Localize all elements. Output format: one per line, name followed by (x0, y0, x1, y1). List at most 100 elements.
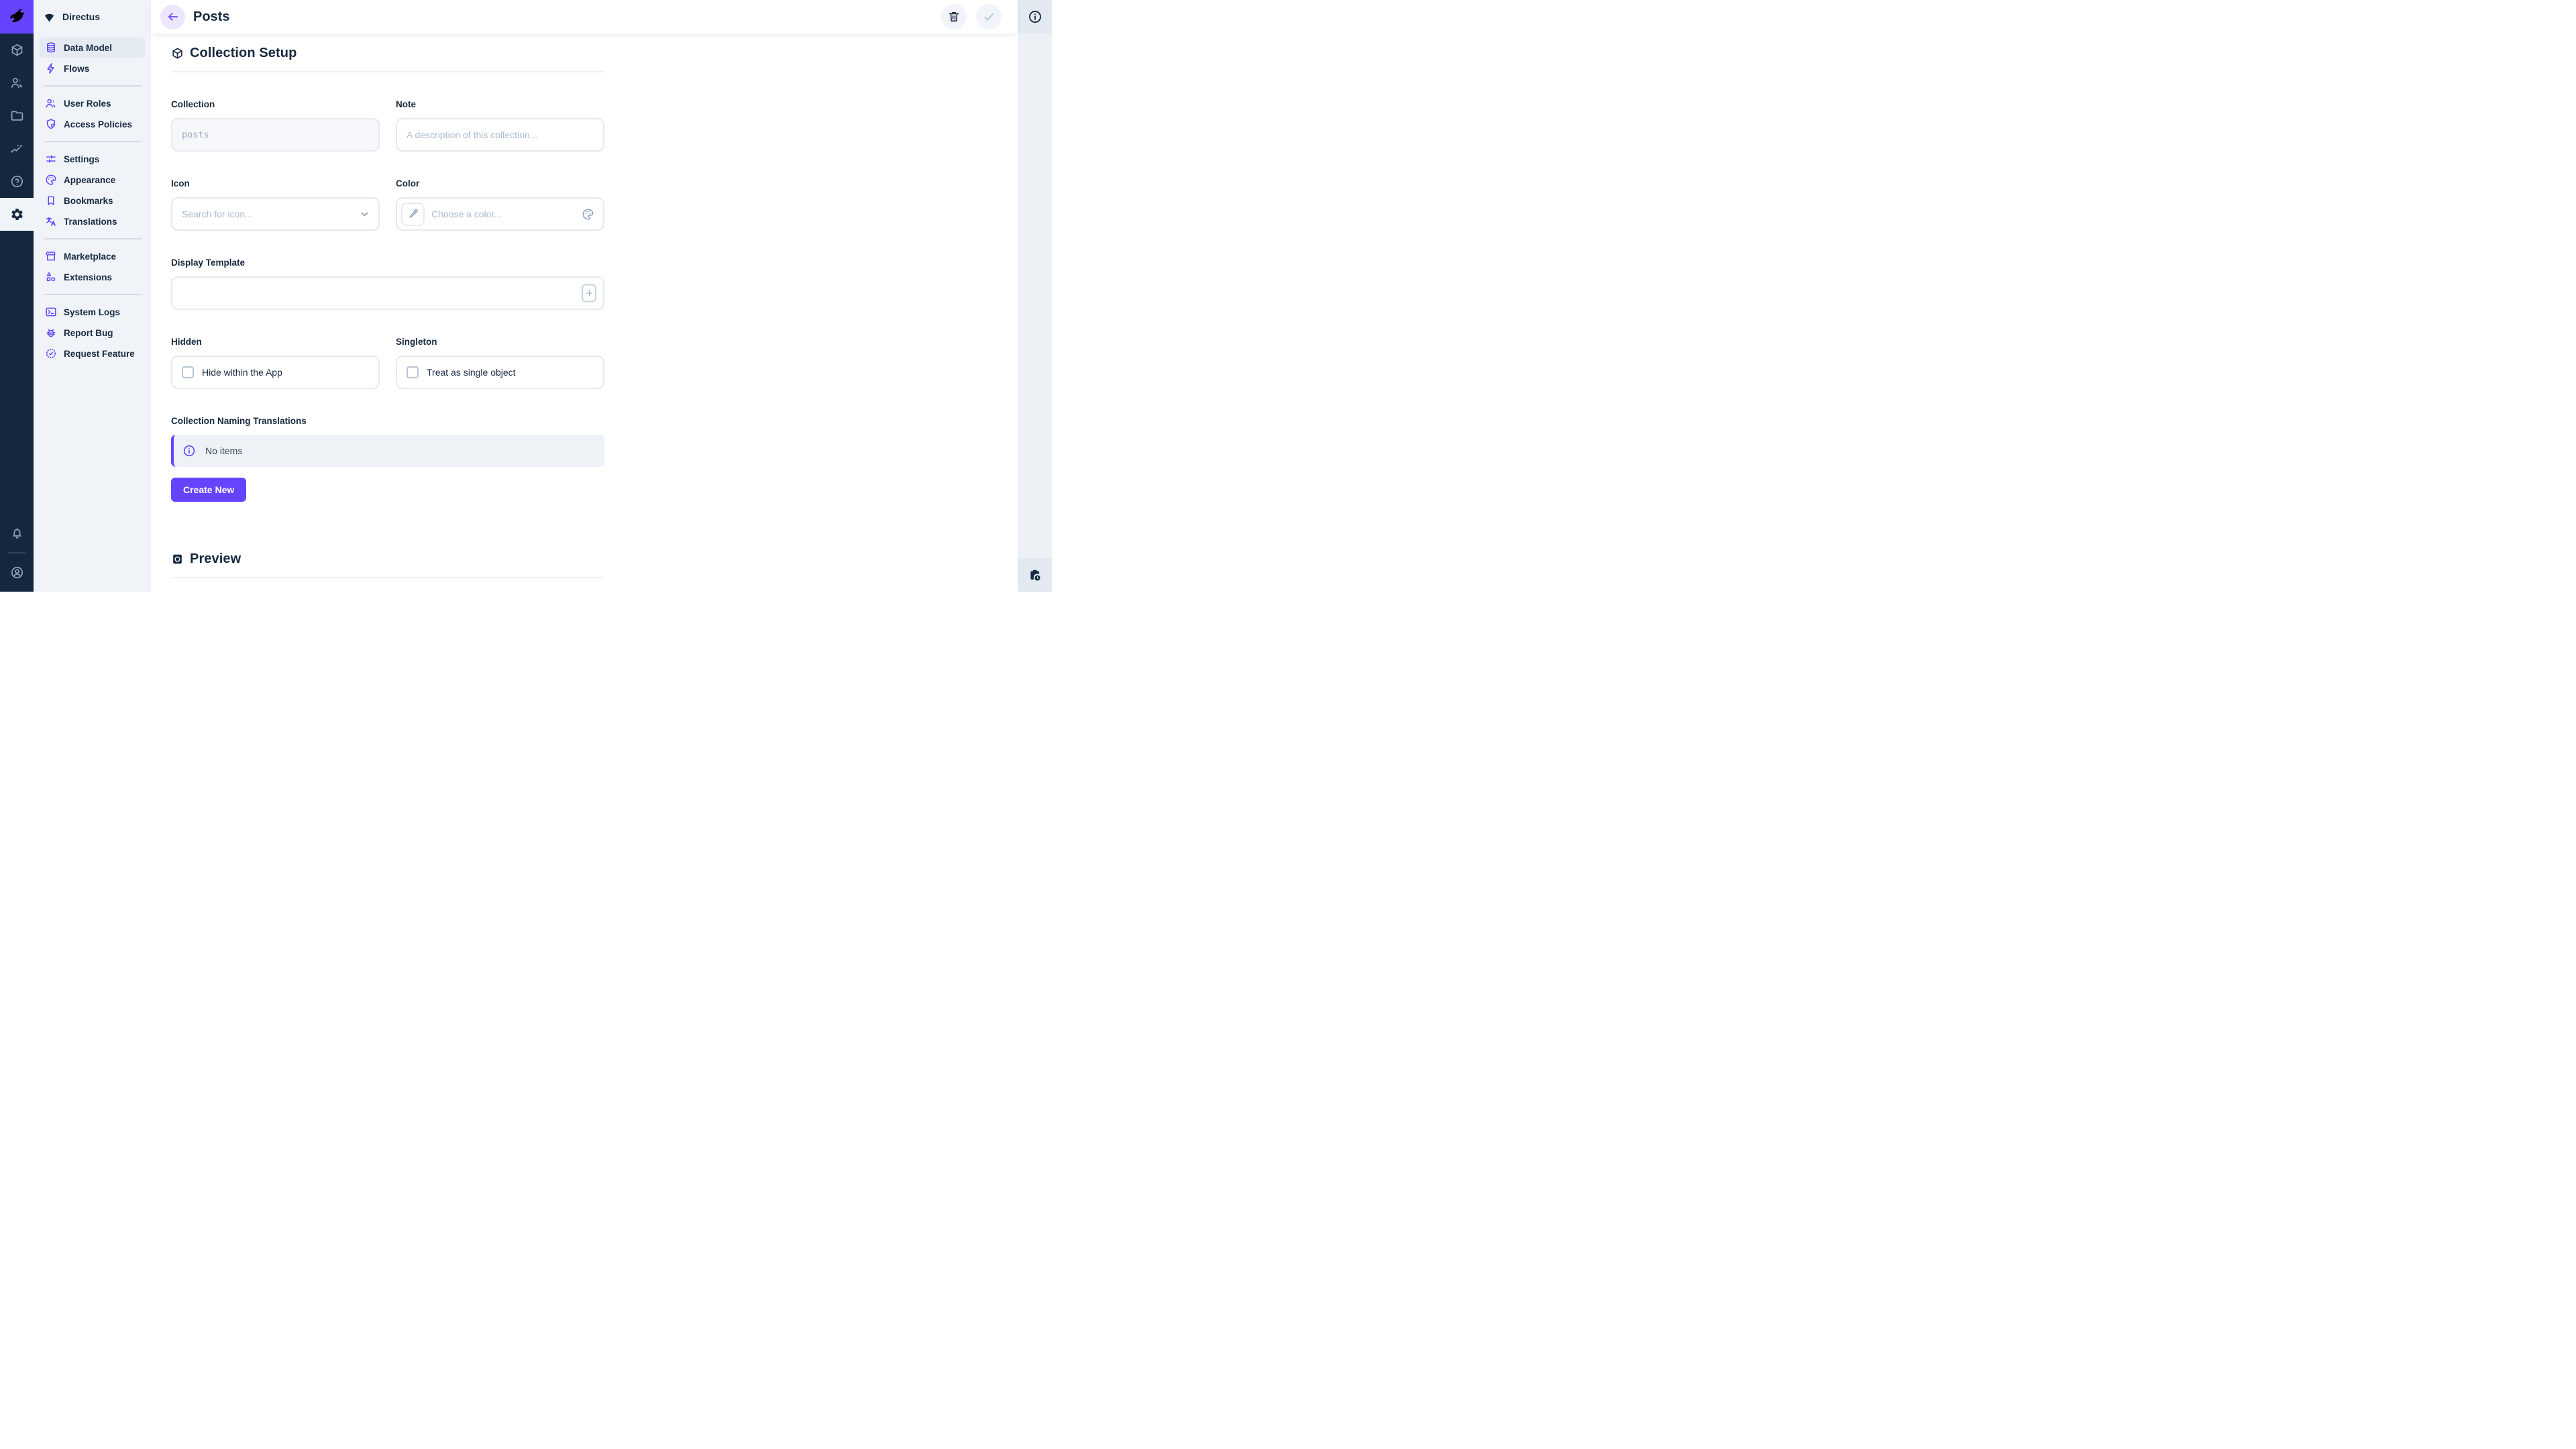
page-title: Posts (193, 9, 933, 25)
sidebar-item-report-bug[interactable]: Report Bug (40, 323, 145, 343)
display-template-input[interactable] (171, 276, 604, 310)
sidebar-item-data-model[interactable]: Data Model (40, 38, 145, 58)
section-divider (171, 577, 604, 578)
section-title: Preview (190, 551, 241, 567)
delete-collection-button[interactable] (941, 4, 967, 30)
section-title: Collection Setup (190, 46, 297, 61)
collection-input (171, 118, 380, 152)
nav-divider (44, 294, 142, 295)
collection-field: Collection (171, 99, 380, 152)
help-icon (10, 174, 24, 189)
module-help[interactable] (0, 165, 34, 198)
users-icon (45, 97, 57, 109)
tune-icon (45, 153, 57, 165)
right-sidebar-body (1018, 34, 1052, 558)
info-sidebar-button[interactable] (1018, 0, 1052, 34)
sidebar-item-appearance[interactable]: Appearance (40, 170, 145, 190)
note-label: Note (396, 99, 604, 109)
sidebar-item-access-policies[interactable]: Access Policies (40, 114, 145, 134)
nav-divider (44, 85, 142, 87)
palette-icon[interactable] (582, 208, 594, 221)
singleton-checkbox[interactable] (407, 366, 419, 378)
module-files[interactable] (0, 99, 34, 132)
user-menu-button[interactable] (0, 556, 34, 589)
color-input[interactable] (431, 209, 575, 219)
translate-icon (45, 215, 57, 227)
module-bar (0, 0, 34, 592)
plus-icon (585, 289, 594, 298)
sidebar-item-extensions[interactable]: Extensions (40, 267, 145, 287)
naming-translations-label: Collection Naming Translations (171, 416, 604, 426)
feature-badge-icon (45, 347, 57, 360)
module-insights[interactable] (0, 132, 34, 165)
right-sidebar (1018, 0, 1052, 592)
settings-form-scroll[interactable]: Collection Setup Collection Note Ico (151, 34, 1018, 592)
project-name[interactable]: Directus (34, 0, 151, 34)
sidebar-item-marketplace[interactable]: Marketplace (40, 246, 145, 266)
hidden-field: Hidden Hide within the App (171, 337, 380, 389)
singleton-toggle[interactable]: Treat as single object (396, 356, 604, 389)
revisions-sidebar-button[interactable] (1018, 558, 1052, 592)
gear-icon (10, 207, 24, 221)
eyedropper-button[interactable] (401, 203, 425, 226)
save-button[interactable] (976, 4, 1002, 30)
icon-field: Icon (171, 178, 380, 231)
arrow-left-icon (166, 10, 180, 23)
empty-items-notice: No items (171, 435, 604, 467)
sidebar-item-user-roles[interactable]: User Roles (40, 93, 145, 113)
module-settings[interactable] (0, 198, 34, 231)
icon-select[interactable] (171, 197, 380, 231)
bolt-icon (45, 62, 57, 74)
bell-icon (10, 526, 24, 540)
module-users[interactable] (0, 66, 34, 99)
sidebar-item-bookmarks[interactable]: Bookmarks (40, 191, 145, 211)
singleton-field: Singleton Treat as single object (396, 337, 604, 389)
color-label: Color (396, 178, 604, 189)
preview-icon (171, 553, 184, 566)
add-field-button[interactable] (582, 284, 596, 303)
display-template-label: Display Template (171, 258, 604, 268)
folder-icon (10, 109, 24, 123)
settings-nav: Data Model Flows User Roles Access Polic… (34, 34, 151, 368)
shield-user-icon (45, 118, 57, 130)
sidebar-item-request-feature[interactable]: Request Feature (40, 343, 145, 364)
user-avatar-icon (10, 566, 24, 580)
icon-color-row: Icon Color (171, 178, 604, 231)
note-field: Note (396, 99, 604, 152)
singleton-label: Singleton (396, 337, 604, 347)
sidebar-item-system-logs[interactable]: System Logs (40, 302, 145, 322)
rabbit-logo-icon (7, 7, 27, 27)
sidebar-item-flows[interactable]: Flows (40, 58, 145, 78)
display-template-field: Display Template (171, 258, 604, 310)
note-input[interactable] (396, 118, 604, 152)
section-divider (171, 71, 604, 72)
create-new-button[interactable]: Create New (171, 478, 246, 502)
directus-logo[interactable] (0, 0, 34, 34)
collection-label: Collection (171, 99, 380, 109)
collection-note-row: Collection Note (171, 99, 604, 152)
sidebar-item-settings[interactable]: Settings (40, 149, 145, 169)
icon-search-input[interactable] (171, 197, 380, 231)
module-content[interactable] (0, 34, 34, 66)
back-button[interactable] (160, 5, 185, 30)
nav-divider (44, 141, 142, 142)
shapes-icon (45, 271, 57, 283)
storefront-icon (45, 250, 57, 262)
rail-divider (8, 552, 25, 553)
notifications-button[interactable] (0, 517, 34, 549)
project-fan-icon (43, 11, 56, 23)
bookmark-icon (45, 195, 57, 207)
trash-icon (947, 10, 961, 23)
info-icon (182, 444, 196, 458)
color-picker[interactable] (396, 197, 604, 231)
hidden-toggle[interactable]: Hide within the App (171, 356, 380, 389)
info-icon (1028, 9, 1042, 24)
display-template-editor[interactable] (171, 276, 604, 310)
collection-setup-heading: Collection Setup (171, 46, 604, 61)
palette-icon (45, 174, 57, 186)
hidden-checkbox[interactable] (182, 366, 194, 378)
box-icon (10, 43, 24, 57)
sidebar-item-translations[interactable]: Translations (40, 211, 145, 231)
users-icon (10, 76, 24, 90)
settings-sidebar: Directus Data Model Flows User Roles Acc… (34, 0, 151, 592)
